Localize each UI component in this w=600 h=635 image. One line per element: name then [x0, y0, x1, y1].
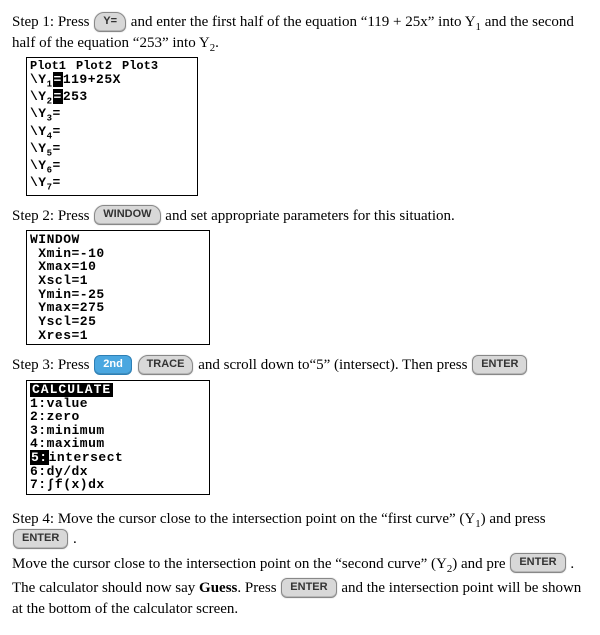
step4-l3a: The calculator should now say	[12, 580, 199, 596]
step-3: Step 3: Press 2nd TRACE and scroll down …	[12, 355, 588, 495]
step-1-end: .	[215, 35, 219, 51]
calc-row-6: 6:dy/dx	[30, 465, 206, 479]
step-2-lead: Step 2: Press	[12, 208, 93, 224]
calc-row-3: 3:minimum	[30, 424, 206, 438]
y-row-6: \Y6=	[30, 159, 194, 176]
step-4-line2: Move the cursor close to the intersectio…	[12, 554, 588, 575]
step-2: Step 2: Press WINDOW and set appropriate…	[12, 206, 588, 346]
step-2-text: Step 2: Press WINDOW and set appropriate…	[12, 206, 588, 227]
step4-l1a: Step 4: Move the cursor close to the int…	[12, 511, 475, 527]
step4-guess: Guess	[199, 580, 237, 596]
key-trace: TRACE	[138, 355, 194, 375]
key-2nd: 2nd	[94, 355, 132, 375]
window-row-5: Ymax=275	[30, 301, 206, 315]
y-row-5: \Y5=	[30, 142, 194, 159]
calc-row-5: 5:intersect	[30, 451, 206, 465]
window-row-2: Xmax=10	[30, 260, 206, 274]
window-title: WINDOW	[30, 233, 206, 247]
key-enter: ENTER	[13, 529, 68, 549]
key-enter: ENTER	[510, 553, 565, 573]
step-4: Step 4: Move the cursor close to the int…	[12, 509, 588, 619]
plot2-label: Plot2	[76, 60, 112, 73]
step-1-text: Step 1: Press Y= and enter the first hal…	[12, 12, 588, 53]
step-4-line3: The calculator should now say Guess. Pre…	[12, 578, 588, 619]
step-4-line1: Step 4: Move the cursor close to the int…	[12, 509, 588, 550]
step4-l2c: .	[567, 556, 575, 572]
key-enter: ENTER	[281, 578, 336, 598]
plot1-label: Plot1	[30, 60, 66, 73]
calc-row-7: 7:∫f(x)dx	[30, 478, 206, 492]
plot-header: Plot1 Plot2 Plot3	[30, 60, 194, 73]
step4-l2b: ) and pre	[452, 556, 509, 572]
key-window: WINDOW	[94, 205, 160, 225]
step4-l3b: . Press	[237, 580, 280, 596]
step4-l1c: .	[69, 531, 77, 547]
window-row-3: Xscl=1	[30, 274, 206, 288]
step4-l1b: ) and press	[481, 511, 546, 527]
plot3-label: Plot3	[122, 60, 158, 73]
key-enter: ENTER	[472, 355, 527, 375]
y-row-2: \Y2=253	[30, 90, 194, 107]
step-3-lead: Step 3: Press	[12, 357, 93, 373]
y-row-4: \Y4=	[30, 125, 194, 142]
step4-l2a: Move the cursor close to the intersectio…	[12, 556, 447, 572]
window-row-1: Xmin=-10	[30, 247, 206, 261]
window-row-6: Yscl=25	[30, 315, 206, 329]
calc-row-2: 2:zero	[30, 410, 206, 424]
y-row-7: \Y7=	[30, 176, 194, 193]
step-3-text: Step 3: Press 2nd TRACE and scroll down …	[12, 355, 588, 376]
calc-row-1: 1:value	[30, 397, 206, 411]
calc-screen-window: WINDOW Xmin=-10 Xmax=10 Xscl=1 Ymin=-25 …	[26, 230, 210, 345]
step-1-lead: Step 1: Press	[12, 14, 93, 30]
calc-row-4: 4:maximum	[30, 437, 206, 451]
step-1-mid: and enter the first half of the equation…	[131, 14, 476, 30]
step-3-mid: and scroll down to“5” (intersect). Then …	[198, 357, 471, 373]
y-row-1: \Y1=119+25X	[30, 73, 194, 90]
calc-screen-y-editor: Plot1 Plot2 Plot3 \Y1=119+25X\Y2=253\Y3=…	[26, 57, 198, 196]
step-1: Step 1: Press Y= and enter the first hal…	[12, 12, 588, 196]
window-row-7: Xres=1	[30, 329, 206, 343]
y-row-3: \Y3=	[30, 107, 194, 124]
step-2-tail: and set appropriate parameters for this …	[165, 208, 455, 224]
window-row-4: Ymin=-25	[30, 288, 206, 302]
key-y-equals: Y=	[94, 12, 126, 32]
calculate-title: CALCULATE	[30, 383, 206, 397]
calc-screen-calculate: CALCULATE 1:value2:zero3:minimum4:maximu…	[26, 380, 210, 495]
